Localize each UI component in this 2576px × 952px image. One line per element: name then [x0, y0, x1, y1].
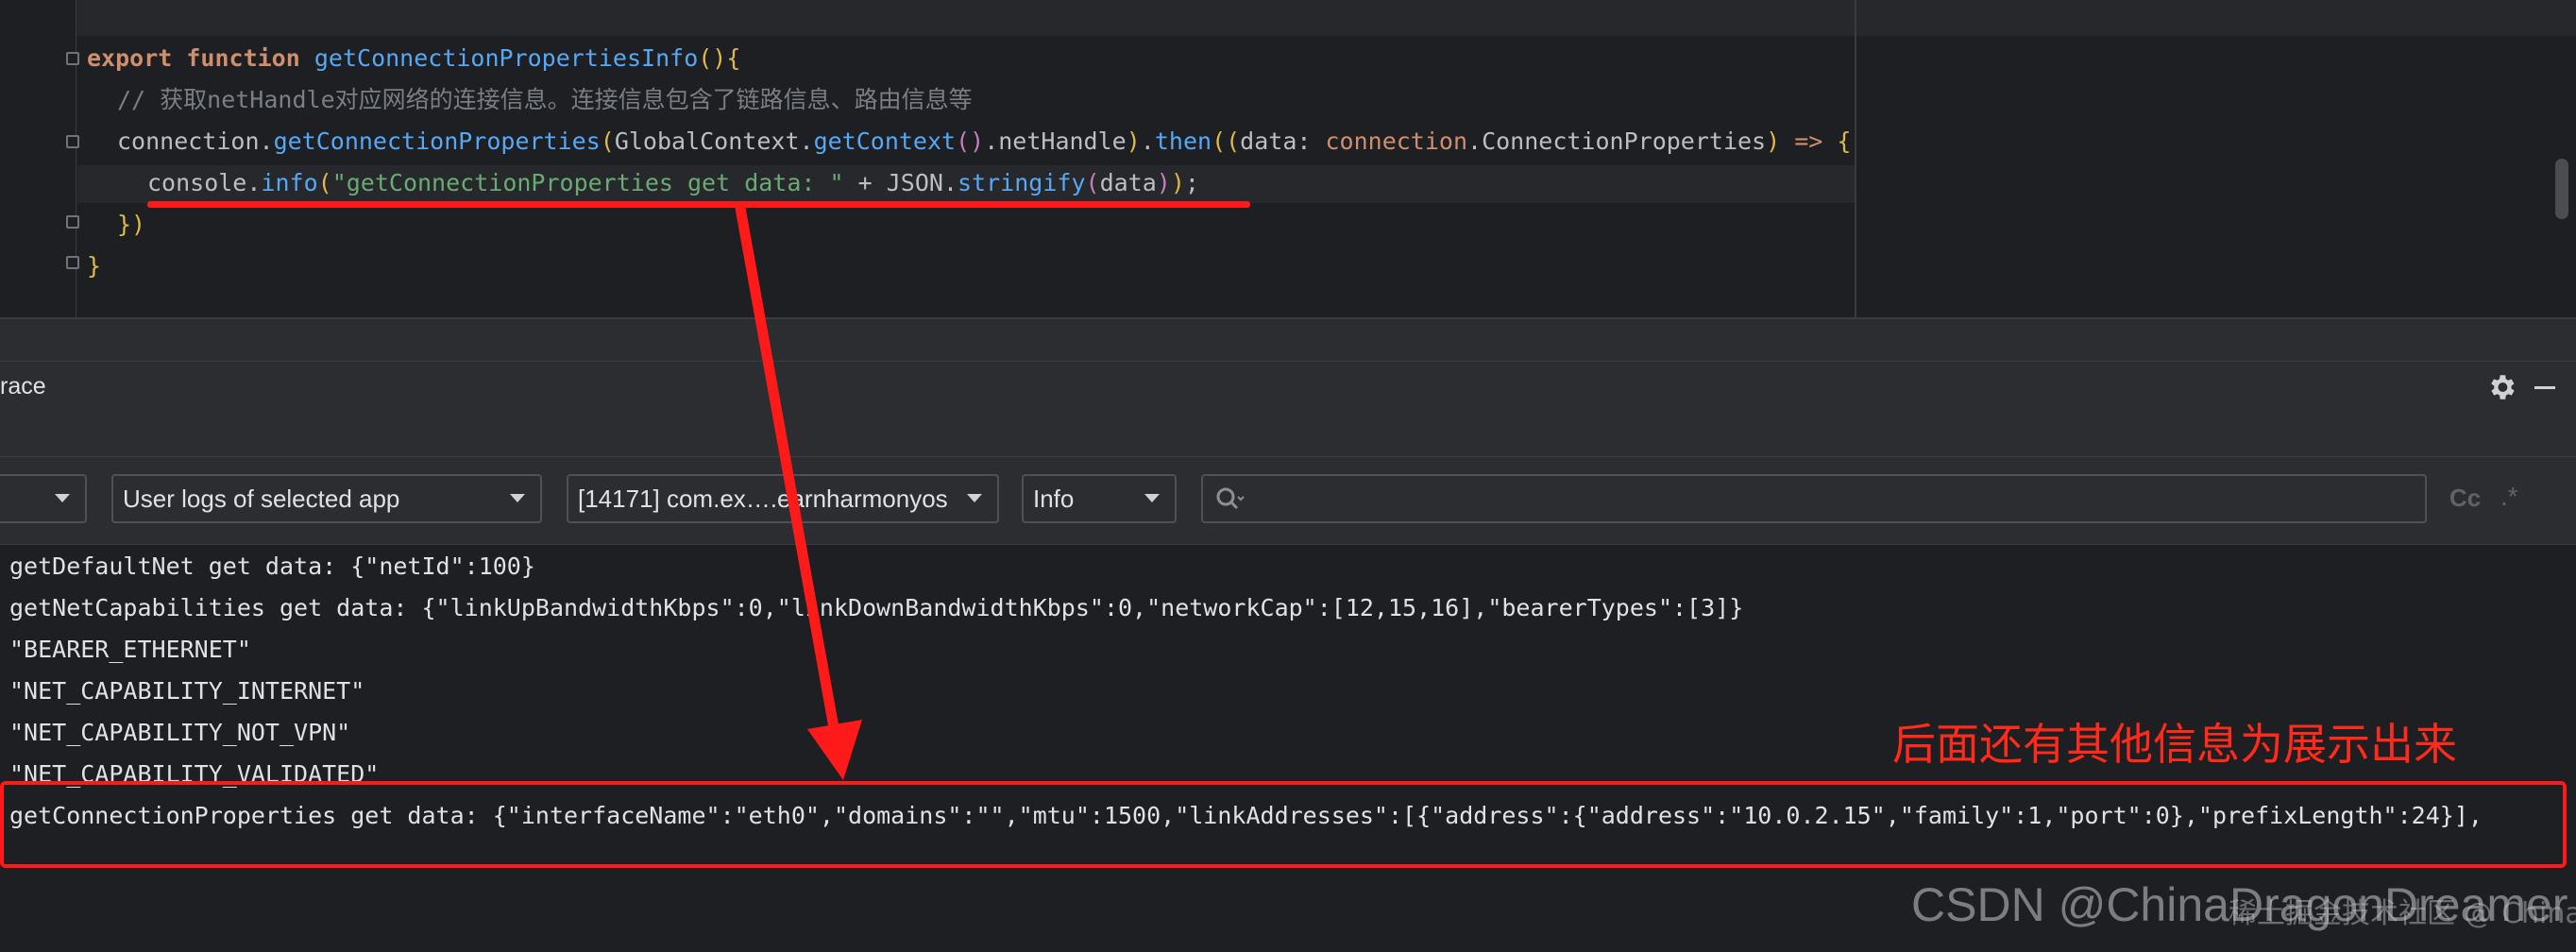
- fold-icon[interactable]: [66, 135, 79, 148]
- chevron-down-icon: [967, 494, 982, 502]
- minimize-icon[interactable]: [2534, 386, 2555, 389]
- log-panel-header: race: [0, 361, 2576, 414]
- log-filter-toolbar: User logs of selected app [14171] com.ex…: [0, 457, 2576, 545]
- log-line: getDefaultNet get data: {"netId":100}: [9, 552, 535, 580]
- red-highlight-box: [0, 781, 2567, 868]
- search-icon: [1216, 487, 1245, 510]
- log-line: "NET_CAPABILITY_NOT_VPN": [9, 719, 351, 746]
- search-input[interactable]: [1256, 482, 2412, 518]
- fold-icon[interactable]: [66, 52, 79, 65]
- log-source-select[interactable]: User logs of selected app: [111, 474, 542, 523]
- code-editor[interactable]: export function getConnectionPropertiesI…: [0, 0, 2576, 317]
- red-underline-annotation: [147, 201, 1250, 208]
- log-line: "BEARER_ETHERNET": [9, 636, 251, 663]
- process-select[interactable]: [14171] com.ex….earnharmonyos: [567, 474, 999, 523]
- watermark-overlay: 稀土掘金技术社区 @ ChinaDragon: [2229, 897, 2576, 930]
- gear-icon[interactable]: [2485, 371, 2517, 403]
- editor-scrollbar-thumb[interactable]: [2555, 159, 2568, 219]
- chevron-down-icon: [1144, 494, 1160, 502]
- device-select[interactable]: [0, 474, 87, 523]
- code-line-1[interactable]: export function getConnectionPropertiesI…: [87, 38, 740, 79]
- regex-toggle[interactable]: .*: [2500, 482, 2518, 512]
- annotation-note: 后面还有其他信息为展示出来: [1892, 719, 2457, 770]
- panel-title: race: [0, 373, 46, 400]
- editor-top-band: [76, 0, 2576, 36]
- chevron-down-icon: [510, 494, 525, 502]
- code-line-comment[interactable]: // 获取netHandle对应网络的连接信息。连接信息包含了链路信息、路由信息…: [117, 79, 973, 121]
- code-line-6[interactable]: }: [87, 246, 101, 287]
- fold-icon[interactable]: [66, 256, 79, 269]
- log-line: getNetCapabilities get data: {"linkUpBan…: [9, 594, 1744, 621]
- right-margin-guide: [1855, 0, 1856, 317]
- chevron-down-icon: [55, 494, 70, 502]
- fold-icon[interactable]: [66, 215, 79, 229]
- editor-panel-divider[interactable]: [0, 317, 2576, 319]
- log-line: "NET_CAPABILITY_INTERNET": [9, 677, 365, 705]
- panel-subbar: [0, 413, 2576, 457]
- match-case-toggle[interactable]: Cc: [2449, 484, 2481, 513]
- code-line-5[interactable]: }): [117, 204, 145, 246]
- log-level-select[interactable]: Info: [1022, 474, 1177, 523]
- code-line-3[interactable]: connection.getConnectionProperties(Globa…: [117, 121, 1851, 162]
- log-search-box[interactable]: [1201, 474, 2427, 523]
- code-line-console-info[interactable]: console.info("getConnectionProperties ge…: [147, 162, 1199, 204]
